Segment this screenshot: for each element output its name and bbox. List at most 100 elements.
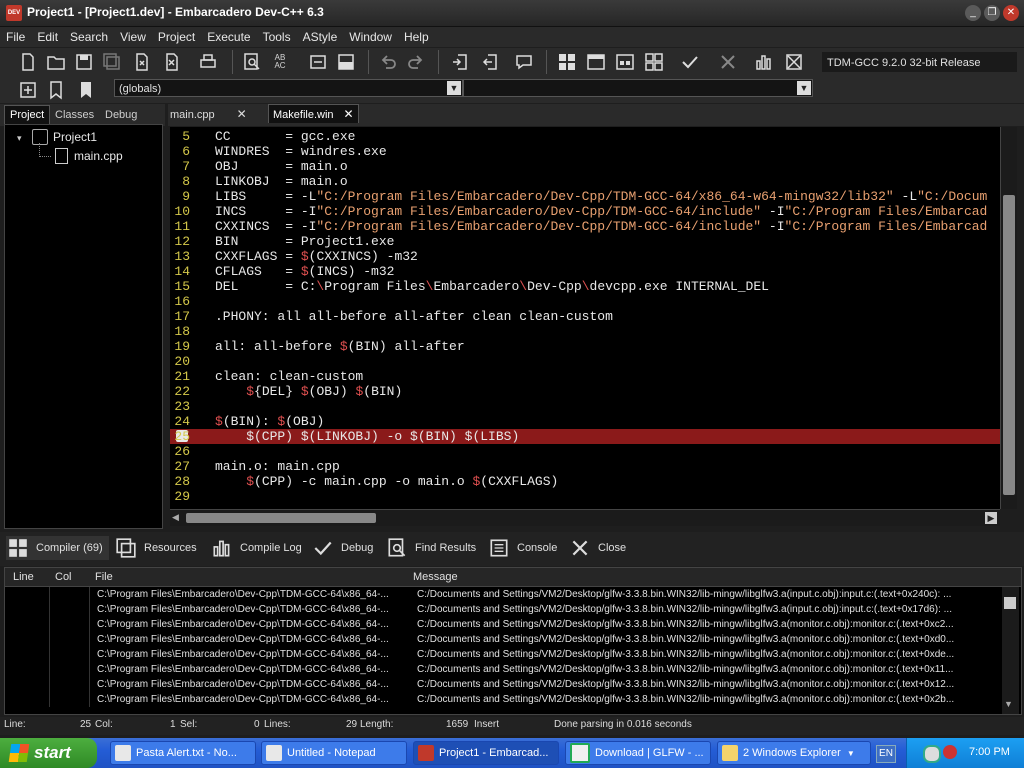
close-tab-icon[interactable]: ✕ [344, 107, 354, 121]
code-line[interactable]: 16 [170, 294, 1000, 309]
editor-tab-main-cpp[interactable]: main.cpp ✕ [170, 107, 247, 121]
maximize-button[interactable]: ❐ [984, 5, 1000, 21]
close-button[interactable]: ✕ [1003, 5, 1019, 21]
new-file-icon[interactable] [16, 50, 40, 74]
menu-astyle[interactable]: AStyle [297, 27, 344, 47]
editor-horizontal-scrollbar[interactable]: ◀ ▶ [170, 509, 1000, 526]
code-line[interactable]: 6 WINDRES = windres.exe [170, 144, 1000, 159]
menu-search[interactable]: Search [64, 27, 114, 47]
language-indicator[interactable]: EN [876, 745, 896, 763]
code-line[interactable]: 5 CC = gcc.exe [170, 129, 1000, 144]
scrollbar-thumb[interactable] [1003, 195, 1015, 495]
compile-run-icon[interactable] [613, 50, 637, 74]
code-line-error[interactable]: 25 $(CPP) $(LINKOBJ) -o $(BIN) $(LIBS) [170, 429, 1000, 444]
code-line[interactable]: 26 [170, 444, 1000, 459]
split-view-icon[interactable] [334, 50, 358, 74]
code-line[interactable]: 14 CFLAGS = $(INCS) -m32 [170, 264, 1000, 279]
code-line[interactable]: 28 $(CPP) -c main.cpp -o main.o $(CXXFLA… [170, 474, 1000, 489]
code-line[interactable]: 12 BIN = Project1.exe [170, 234, 1000, 249]
save-all-icon[interactable] [100, 50, 124, 74]
menu-tools[interactable]: Tools [257, 27, 297, 47]
security-icon[interactable] [943, 745, 957, 759]
table-row[interactable]: C:\Program Files\Embarcadero\Dev-Cpp\TDM… [5, 677, 1000, 692]
tab-project[interactable]: Project [4, 105, 51, 124]
taskbar-item-glfw-download[interactable]: Download | GLFW - ... [565, 741, 711, 765]
tree-item-main-cpp[interactable]: main.cpp [74, 149, 123, 163]
code-line[interactable]: 19 all: all-before $(BIN) all-after [170, 339, 1000, 354]
scrollbar-thumb[interactable] [186, 513, 376, 523]
chevron-down-icon[interactable]: ▼ [797, 81, 811, 95]
table-row[interactable]: C:\Program Files\Embarcadero\Dev-Cpp\TDM… [5, 617, 1000, 632]
code-line[interactable]: 22 ${DEL} $(OBJ) $(BIN) [170, 384, 1000, 399]
insert-icon[interactable] [16, 78, 40, 102]
tab-classes[interactable]: Classes [50, 106, 99, 124]
tab-debug[interactable]: Debug [100, 106, 142, 124]
editor-vertical-scrollbar[interactable] [1000, 127, 1017, 509]
code-line[interactable]: 27 main.o: main.cpp [170, 459, 1000, 474]
scroll-left-icon[interactable]: ◀ [172, 512, 182, 524]
open-folder-icon[interactable] [44, 50, 68, 74]
indent-icon[interactable] [448, 50, 472, 74]
find-icon[interactable] [240, 50, 264, 74]
table-row[interactable]: C:\Program Files\Embarcadero\Dev-Cpp\TDM… [5, 587, 1000, 602]
goto-bookmark-icon[interactable] [74, 78, 98, 102]
clock[interactable]: 7:00 PM [969, 746, 1010, 758]
close-file-icon[interactable] [130, 50, 154, 74]
column-header[interactable]: Col [55, 571, 72, 583]
function-select[interactable]: ▼ [463, 79, 813, 97]
table-row[interactable]: C:\Program Files\Embarcadero\Dev-Cpp\TDM… [5, 632, 1000, 647]
messages-vertical-scrollbar[interactable]: ▼ [1002, 587, 1019, 714]
tab-resources[interactable]: Resources [114, 536, 197, 560]
code-line[interactable]: 20 [170, 354, 1000, 369]
tree-root-project[interactable]: Project1 [53, 130, 97, 144]
chevron-down-icon[interactable]: ▼ [447, 81, 461, 95]
code-line[interactable]: 9 LIBS = -L"C:/Program Files/Embarcadero/… [170, 189, 1000, 204]
menu-window[interactable]: Window [343, 27, 398, 47]
compile-icon[interactable] [555, 50, 579, 74]
undo-icon[interactable] [376, 50, 400, 74]
scroll-right-icon[interactable]: ▶ [985, 512, 997, 524]
start-button[interactable]: start [0, 738, 97, 768]
code-line[interactable]: 21 clean: clean-custom [170, 369, 1000, 384]
goto-line-icon[interactable] [306, 50, 330, 74]
menu-edit[interactable]: Edit [31, 27, 64, 47]
code-line[interactable]: 10 INCS = -I"C:/Program Files/Embarcadero… [170, 204, 1000, 219]
column-header[interactable]: Line [13, 571, 34, 583]
menu-project[interactable]: Project [152, 27, 201, 47]
replace-icon[interactable]: AB AC [268, 50, 292, 74]
code-editor[interactable]: 5 CC = gcc.exe 6 WINDRES = windres.exe 7 OBJ … [170, 127, 1000, 509]
check-syntax-icon[interactable] [678, 50, 702, 74]
taskbar-item-devcpp[interactable]: Project1 - Embarcad... [413, 741, 559, 765]
delete-profile-icon[interactable] [782, 50, 806, 74]
taskbar-item-windows-explorer[interactable]: 2 Windows Explorer ▼ [717, 741, 871, 765]
code-line[interactable]: 15 DEL = C:\Program Files\Embarcadero\Dev… [170, 279, 1000, 294]
comment-icon[interactable] [512, 50, 536, 74]
close-tab-icon[interactable]: ✕ [237, 107, 247, 121]
editor-tab-makefile[interactable]: Makefile.win ✕ [268, 104, 359, 123]
redo-icon[interactable] [404, 50, 428, 74]
stop-execution-icon[interactable] [716, 50, 740, 74]
taskbar-item-pasta-alert[interactable]: Pasta Alert.txt - No... [110, 741, 256, 765]
code-line[interactable]: 13 CXXFLAGS = $(CXXINCS) -m32 [170, 249, 1000, 264]
scrollbar-thumb[interactable] [1004, 597, 1016, 609]
code-line[interactable]: 18 [170, 324, 1000, 339]
profile-icon[interactable] [752, 50, 776, 74]
table-row[interactable]: C:\Program Files\Embarcadero\Dev-Cpp\TDM… [5, 662, 1000, 677]
run-icon[interactable] [584, 50, 608, 74]
close-all-icon[interactable] [160, 50, 184, 74]
menu-execute[interactable]: Execute [201, 27, 256, 47]
menu-help[interactable]: Help [398, 27, 435, 47]
compiler-select[interactable]: TDM-GCC 9.2.0 32-bit Release [822, 52, 1017, 72]
tab-compile-log[interactable]: Compile Log [210, 536, 302, 560]
menu-view[interactable]: View [114, 27, 152, 47]
tab-compiler[interactable]: Compiler (69) [6, 536, 109, 560]
toggle-bookmark-icon[interactable] [44, 78, 68, 102]
code-line[interactable]: 7 OBJ = main.o [170, 159, 1000, 174]
column-header[interactable]: Message [413, 571, 458, 583]
tab-find-results[interactable]: Find Results [385, 536, 476, 560]
print-icon[interactable] [196, 50, 220, 74]
expand-toggle-icon[interactable]: ▾ [17, 133, 22, 144]
code-line[interactable]: 29 [170, 489, 1000, 504]
minimize-button[interactable]: _ [965, 5, 981, 21]
taskbar-item-untitled-notepad[interactable]: Untitled - Notepad [261, 741, 407, 765]
